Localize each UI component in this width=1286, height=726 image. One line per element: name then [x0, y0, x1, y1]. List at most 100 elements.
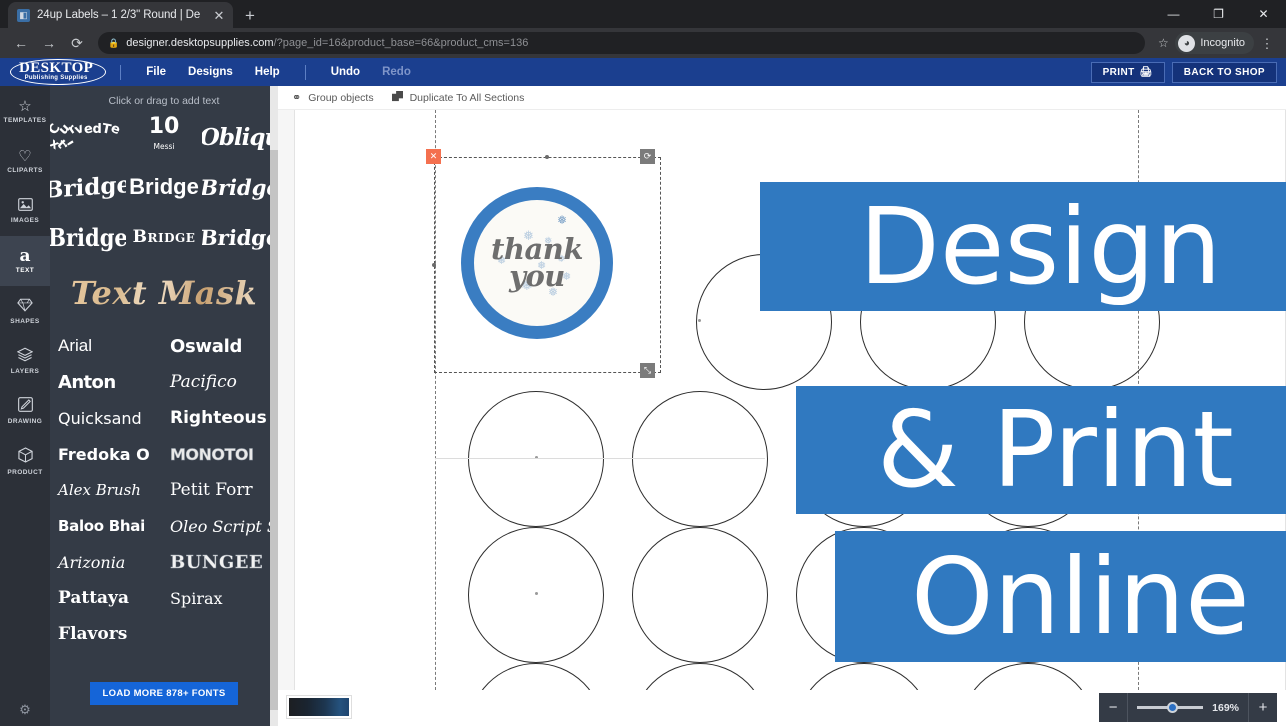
text-preset-oblique[interactable]: Obliqu — [202, 112, 278, 162]
window-controls: — ❐ ✕ — [1151, 0, 1286, 28]
canvas-toolbar: ⚭ Group objects Duplicate To All Section… — [278, 86, 1286, 110]
label-circle[interactable] — [468, 391, 604, 527]
font-item-oleoscript[interactable]: Oleo Script S — [166, 508, 278, 544]
font-item-spirax[interactable]: Spirax — [166, 580, 278, 616]
sidebar-label-shapes: SHAPES — [10, 317, 40, 325]
reload-icon[interactable]: ⟳ — [64, 30, 90, 56]
menu-file[interactable]: File — [135, 66, 177, 78]
menu-designs[interactable]: Designs — [177, 66, 244, 78]
brand-logo[interactable]: DESKTOP Publishing Supplies — [10, 59, 107, 85]
font-item-monoton[interactable]: MONOTOI — [166, 436, 278, 472]
window-minimize-icon[interactable]: — — [1151, 0, 1196, 28]
text-preset-mask[interactable]: Text Mask — [50, 262, 278, 324]
zoom-slider-thumb[interactable] — [1167, 702, 1179, 713]
font-item-flavors[interactable]: Flavors — [54, 616, 166, 652]
group-objects-button[interactable]: ⚭ Group objects — [292, 91, 374, 105]
delete-icon: ✕ — [429, 151, 438, 161]
font-item-pacifico[interactable]: Pacifico — [166, 364, 278, 400]
sidebar-item-templates[interactable]: ☆ TEMPLATES — [0, 86, 50, 136]
print-button[interactable]: PRINT 🖨 — [1090, 61, 1165, 83]
overlay-banner-print: & Print — [796, 386, 1286, 514]
sidebar-item-images[interactable]: IMAGES — [0, 186, 50, 236]
selection-midpoint-top[interactable] — [545, 155, 549, 159]
sidebar-item-cliparts[interactable]: ♡ CLIPARTS — [0, 136, 50, 186]
text-preset-bridge-4[interactable]: Bridge — [50, 212, 126, 262]
font-item-anton[interactable]: Anton — [54, 364, 166, 400]
text-preset-bridge-5[interactable]: Bridge — [126, 212, 202, 262]
gear-icon: ⚙ — [19, 702, 31, 717]
text-a-icon: a — [19, 245, 31, 266]
zoom-slider[interactable] — [1137, 702, 1204, 713]
delete-handle[interactable]: ✕ — [426, 149, 441, 164]
sticker-text: thank you — [461, 187, 613, 339]
designer-app: DESKTOP Publishing Supplies File Designs… — [0, 58, 1286, 726]
kebab-menu-icon[interactable]: ⋮ — [1256, 37, 1278, 50]
window-close-icon[interactable]: ✕ — [1241, 0, 1286, 28]
sidebar-item-layers[interactable]: LAYERS — [0, 336, 50, 386]
text-preset-bridge-6[interactable]: Bridge — [202, 212, 278, 262]
duplicate-all-sections-button[interactable]: Duplicate To All Sections — [391, 90, 524, 105]
selection-midpoint-left[interactable] — [432, 263, 436, 267]
font-item-fredoka[interactable]: Fredoka O — [54, 436, 166, 472]
zoom-out-button[interactable]: − — [1099, 693, 1127, 722]
sidebar-item-text[interactable]: a TEXT — [0, 236, 50, 286]
settings-button[interactable]: ⚙ — [0, 702, 50, 718]
text-preset-bridge-1[interactable]: Bridge — [50, 162, 126, 212]
window-maximize-icon[interactable]: ❐ — [1196, 0, 1241, 28]
font-item-arizonia[interactable]: Arizonia — [54, 544, 166, 580]
font-item-bungee[interactable]: BUNGEE — [166, 544, 278, 580]
bookmark-star-icon[interactable]: ☆ — [1153, 36, 1173, 50]
tool-rail: ☆ TEMPLATES ♡ CLIPARTS IMAGES a TEXT SHA… — [0, 86, 50, 726]
number-preset-label: 10 Messi — [149, 116, 180, 157]
color-swatch[interactable] — [286, 695, 352, 719]
back-to-shop-button[interactable]: BACK TO SHOP — [1171, 61, 1277, 83]
panel-scrollbar-thumb[interactable] — [270, 150, 278, 710]
browser-tab[interactable]: ◧ 24up Labels – 1 2/3" Round | De ✕ — [8, 2, 233, 28]
font-item-petitformal[interactable]: Petit Forr — [166, 472, 278, 508]
label-circle[interactable] — [632, 527, 768, 663]
thank-you-sticker[interactable]: ❅ ❅ ❅ ❅ ❅ ❅ ❅ ❅ ❅ thank you — [461, 187, 613, 339]
lock-icon: 🔒 — [108, 37, 120, 48]
new-tab-button[interactable]: + — [245, 7, 255, 24]
text-preset-bridge-2[interactable]: Bridge — [126, 162, 202, 212]
font-item-alexbrush[interactable]: Alex Brush — [54, 472, 166, 508]
back-icon[interactable]: ← — [8, 30, 34, 56]
font-item-quicksand[interactable]: Quicksand — [54, 400, 166, 436]
star-outline-icon: ☆ — [18, 97, 32, 115]
text-preset-number[interactable]: 10 Messi — [126, 112, 202, 162]
font-item-pattaya[interactable]: Pattaya — [54, 580, 166, 616]
incognito-badge[interactable]: ◕ Incognito — [1175, 32, 1254, 54]
text-preset-curved[interactable]: CurvedText! — [50, 112, 126, 162]
sidebar-item-drawing[interactable]: DRAWING — [0, 386, 50, 436]
rotate-handle[interactable]: ⟳ — [640, 149, 655, 164]
app-menu-bar: DESKTOP Publishing Supplies File Designs… — [0, 58, 1286, 86]
incognito-icon: ◕ — [1178, 34, 1196, 52]
resize-handle[interactable]: ⤡ — [640, 363, 655, 378]
overlay-banner-print-text: & Print — [877, 389, 1234, 511]
load-more-fonts-button[interactable]: LOAD MORE 878+ FONTS — [89, 682, 239, 705]
zoom-in-button[interactable]: + — [1249, 693, 1277, 722]
menu-help[interactable]: Help — [244, 66, 291, 78]
oblique-preset-label: Obliqu — [202, 123, 278, 151]
layers-icon — [16, 347, 34, 365]
text-preset-bridge-3[interactable]: Bridge — [202, 162, 278, 212]
label-circle[interactable] — [468, 527, 604, 663]
address-bar[interactable]: 🔒 designer.desktopsupplies.com/?page_id=… — [98, 32, 1146, 54]
box-icon — [17, 446, 33, 466]
canvas-stage[interactable]: ✕ ⟳ ⤡ ❅ ❅ ❅ ❅ ❅ ❅ ❅ ❅ ❅ thank you Design… — [278, 110, 1286, 726]
font-item-arial[interactable]: Arial — [54, 328, 166, 364]
diamond-icon — [17, 298, 33, 315]
sidebar-item-shapes[interactable]: SHAPES — [0, 286, 50, 336]
zoom-slider-group: 169% — [1128, 702, 1248, 714]
font-item-righteous[interactable]: Righteous — [166, 400, 278, 436]
forward-icon[interactable]: → — [36, 30, 62, 56]
group-objects-label: Group objects — [308, 91, 374, 104]
menu-undo[interactable]: Undo — [320, 66, 371, 78]
label-circle[interactable] — [632, 391, 768, 527]
tab-favicon: ◧ — [17, 8, 30, 22]
font-item-baloo[interactable]: Baloo Bhai — [54, 508, 166, 544]
tab-close-icon[interactable]: ✕ — [211, 9, 227, 22]
sidebar-item-product[interactable]: PRODUCT — [0, 436, 50, 486]
zoom-control: − 169% + — [1099, 693, 1277, 722]
font-item-oswald[interactable]: Oswald — [166, 328, 278, 364]
